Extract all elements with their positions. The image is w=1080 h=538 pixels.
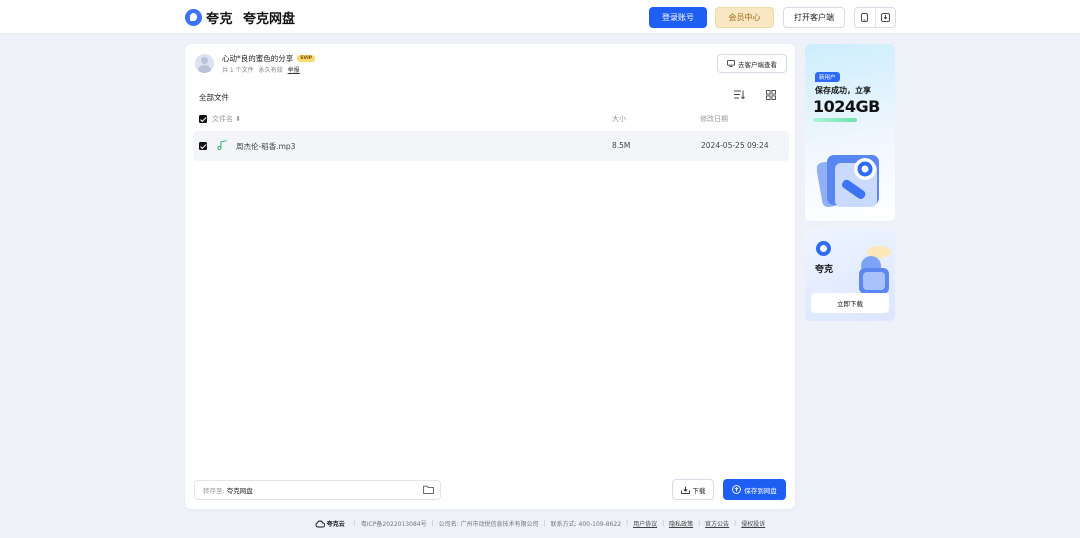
save-to-value: 夸克网盘	[226, 487, 253, 495]
share-title-text: 心动*良的蜜色的分享	[222, 54, 294, 63]
validity: 永久有效	[258, 67, 283, 74]
footer-link-user-agreement[interactable]: 用户协议	[633, 519, 657, 528]
download-app-icon[interactable]	[874, 8, 896, 27]
footer-separator: |	[734, 520, 737, 527]
file-name[interactable]: 周杰伦-稻香.mp3	[236, 141, 295, 152]
share-meta: 共 1 个文件 永久有效 举报	[222, 65, 300, 74]
select-all-checkbox[interactable]	[199, 115, 207, 123]
column-name[interactable]: 文件名 ⬍	[212, 114, 241, 124]
footer-brand-text: 夸克云	[326, 521, 345, 528]
footer-separator: |	[698, 520, 701, 527]
save-to-field[interactable]: 转存至: 夸克网盘	[194, 480, 441, 500]
quark-app-icon	[816, 241, 831, 256]
row-checkbox[interactable]	[199, 142, 207, 150]
footer-separator: |	[431, 520, 434, 527]
logo[interactable]: 夸克 夸克网盘	[185, 8, 295, 27]
column-size: 大小	[612, 115, 626, 123]
footer-contact: 联系方式: 400-109-8622	[550, 521, 622, 528]
column-name-label: 文件名	[212, 115, 233, 123]
share-title: 心动*良的蜜色的分享 SVIP	[222, 53, 315, 64]
footer-separator: |	[626, 520, 629, 527]
avatar	[195, 54, 214, 73]
footer-link-infringement[interactable]: 侵权投诉	[741, 519, 765, 528]
footer-separator: |	[662, 520, 665, 527]
table-header: 文件名 ⬍ 大小 修改日期	[193, 112, 789, 128]
share-panel: 心动*良的蜜色的分享 SVIP 共 1 个文件 永久有效 举报 去客户端查看 全…	[185, 44, 795, 509]
promo-storage: 1024GB	[813, 97, 880, 116]
view-in-client-button[interactable]: 去客户端查看	[717, 54, 787, 73]
report-link[interactable]: 举报	[288, 65, 300, 74]
login-button[interactable]: 登录账号	[649, 7, 707, 28]
cloud-upload-icon	[732, 485, 742, 494]
file-count: 共 1 个文件	[222, 67, 254, 74]
svip-badge: SVIP	[297, 55, 315, 62]
table-row[interactable]: 周杰伦-稻香.mp3 8.5M 2024-05-25 09:24	[193, 131, 789, 161]
save-to-drive-button[interactable]: 保存到网盘	[723, 479, 786, 500]
breadcrumb[interactable]: 全部文件	[199, 92, 229, 103]
file-size: 8.5M	[612, 141, 631, 150]
save-to-label: 转存至:	[203, 487, 225, 495]
footer: 夸克云 | 粤ICP备2022013084号 | 公司名: 广州市动悦信息技术有…	[0, 519, 1080, 528]
footer-link-privacy[interactable]: 隐私政策	[669, 519, 693, 528]
new-user-promo[interactable]: 新用户 保存成功，立享 1024GB	[805, 44, 895, 221]
app-name: 夸克	[815, 265, 834, 275]
quark-logo-icon	[185, 9, 202, 26]
download-label: 下载	[692, 486, 706, 495]
promo-line: 保存成功，立享	[815, 86, 871, 95]
sort-icon[interactable]	[734, 90, 745, 102]
folder-icon[interactable]	[423, 485, 434, 497]
phone-icon[interactable]	[855, 8, 875, 27]
footer-separator: |	[353, 520, 356, 527]
download-icon	[680, 486, 690, 494]
grid-view-icon[interactable]	[766, 90, 776, 103]
footer-company: 公司名: 广州市动悦信息技术有限公司	[438, 521, 539, 528]
download-now-button[interactable]: 立即下载	[811, 293, 889, 313]
new-user-tag: 新用户	[815, 72, 840, 82]
file-date: 2024-05-25 09:24	[701, 141, 769, 150]
open-client-button[interactable]: 打开客户端	[783, 7, 845, 28]
footer-separator: |	[543, 520, 546, 527]
vip-center-button[interactable]: 会员中心	[715, 7, 774, 28]
promo-underline	[813, 118, 857, 122]
cloud-logo-icon	[315, 520, 325, 527]
header-icon-group	[854, 7, 896, 28]
save-to-drive-label: 保存到网盘	[744, 486, 777, 495]
monitor-icon	[727, 60, 735, 67]
sort-arrows-icon: ⬍	[235, 115, 242, 123]
logo-text: 夸克	[206, 12, 234, 27]
music-file-icon	[217, 139, 228, 153]
download-button[interactable]: 下载	[672, 479, 714, 500]
footer-link-announcement[interactable]: 官方公告	[705, 519, 729, 528]
app-download-promo[interactable]: 夸克 立即下载	[805, 230, 895, 321]
folder-illustration-icon	[817, 155, 879, 208]
column-date: 修改日期	[700, 115, 728, 123]
footer-brand: 夸克云	[315, 519, 345, 528]
product-name: 夸克网盘	[243, 12, 296, 27]
top-header: 夸克 夸克网盘 登录账号 会员中心 打开客户端	[0, 0, 1080, 34]
view-in-client-label: 去客户端查看	[738, 60, 777, 69]
footer-icp[interactable]: 粤ICP备2022013084号	[361, 519, 427, 528]
app-illustration-icon	[859, 246, 891, 294]
